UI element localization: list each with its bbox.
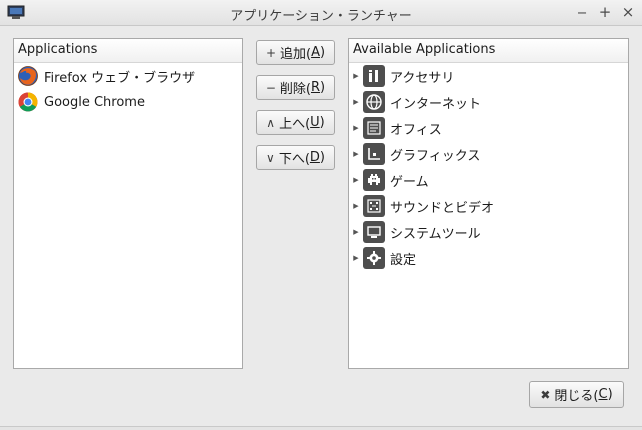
expander-arrow-icon[interactable]: ▶ xyxy=(349,176,363,184)
close-window-button[interactable]: × xyxy=(619,3,637,21)
plus-icon: + xyxy=(265,45,276,60)
expander-arrow-icon[interactable]: ▶ xyxy=(349,98,363,106)
expander-arrow-icon[interactable]: ▶ xyxy=(349,254,363,262)
category-sound-video[interactable]: ▶ サウンドとビデオ xyxy=(349,193,628,219)
multimedia-icon xyxy=(363,195,385,217)
list-item-chrome[interactable]: Google Chrome xyxy=(14,89,242,115)
down-mnemonic: D xyxy=(309,150,320,165)
available-applications-header[interactable]: Available Applications xyxy=(349,39,628,63)
close-mnemonic: C xyxy=(598,387,608,402)
applications-list[interactable]: Applications Firefox ウェブ・ブラウザ Google Chr… xyxy=(13,38,243,369)
category-accessories[interactable]: ▶ アクセサリ xyxy=(349,63,628,89)
graphics-icon xyxy=(363,143,385,165)
expander-arrow-icon[interactable]: ▶ xyxy=(349,72,363,80)
category-label: グラフィックス xyxy=(390,148,481,164)
category-graphics[interactable]: ▶ グラフィックス xyxy=(349,141,628,167)
add-button-label: 追加( xyxy=(280,47,312,62)
list-item-label: Firefox ウェブ・ブラウザ xyxy=(44,70,196,86)
remove-suffix: ) xyxy=(320,80,326,95)
list-item-label: Google Chrome xyxy=(44,94,145,110)
category-games[interactable]: ▶ ゲーム xyxy=(349,167,628,193)
up-suffix: ) xyxy=(319,115,325,130)
list-item-firefox[interactable]: Firefox ウェブ・ブラウザ xyxy=(14,63,242,89)
minimize-button[interactable]: ‒ xyxy=(573,3,591,21)
category-label: サウンドとビデオ xyxy=(390,200,495,216)
close-button[interactable]: ✖ 閉じる(C) xyxy=(529,381,624,408)
remove-button-label: 削除( xyxy=(279,82,311,97)
close-button-label: 閉じる( xyxy=(554,389,599,404)
expander-arrow-icon[interactable]: ▶ xyxy=(349,202,363,210)
up-mnemonic: U xyxy=(310,115,320,130)
game-icon xyxy=(363,169,385,191)
available-applications-tree[interactable]: Available Applications ▶ アクセサリ ▶ インターネット… xyxy=(348,38,629,369)
firefox-icon xyxy=(18,66,38,86)
settings-icon xyxy=(363,247,385,269)
category-label: ゲーム xyxy=(390,174,429,190)
category-label: オフィス xyxy=(390,122,442,138)
down-suffix: ) xyxy=(319,150,325,165)
minus-icon: − xyxy=(265,80,276,95)
expander-arrow-icon[interactable]: ▶ xyxy=(349,124,363,132)
move-down-button[interactable]: ∨ 下へ(D) xyxy=(256,145,335,170)
close-icon: ✖ xyxy=(540,387,551,402)
globe-icon xyxy=(363,91,385,113)
move-up-button[interactable]: ∧ 上へ(U) xyxy=(256,110,335,135)
window-title: アプリケーション・ランチャー xyxy=(230,9,412,24)
move-up-label: 上へ( xyxy=(279,117,311,132)
office-icon xyxy=(363,117,385,139)
category-internet[interactable]: ▶ インターネット xyxy=(349,89,628,115)
title-bar[interactable]: アプリケーション・ランチャー ‒ + × xyxy=(0,0,642,26)
window-bottom-edge xyxy=(0,426,642,430)
expander-arrow-icon[interactable]: ▶ xyxy=(349,150,363,158)
accessories-icon xyxy=(363,65,385,87)
add-mnemonic: A xyxy=(311,45,320,60)
category-label: システムツール xyxy=(390,226,481,242)
remove-button[interactable]: − 削除(R) xyxy=(256,75,335,100)
chrome-icon xyxy=(18,92,38,112)
close-suffix: ) xyxy=(607,387,613,402)
maximize-button[interactable]: + xyxy=(596,3,614,21)
chevron-down-icon: ∨ xyxy=(266,150,275,165)
category-label: インターネット xyxy=(390,96,482,112)
category-office[interactable]: ▶ オフィス xyxy=(349,115,628,141)
add-suffix: ) xyxy=(319,45,326,60)
move-down-label: 下へ( xyxy=(278,152,310,167)
chevron-up-icon: ∧ xyxy=(266,115,276,130)
expander-arrow-icon[interactable]: ▶ xyxy=(349,228,363,236)
category-system-tools[interactable]: ▶ システムツール xyxy=(349,219,628,245)
add-button[interactable]: + 追加(A) xyxy=(256,40,335,65)
applications-header[interactable]: Applications xyxy=(14,39,242,63)
remove-mnemonic: R xyxy=(311,80,321,95)
category-label: 設定 xyxy=(390,252,417,268)
category-settings[interactable]: ▶ 設定 xyxy=(349,245,628,271)
category-label: アクセサリ xyxy=(390,70,455,86)
system-tools-icon xyxy=(363,221,385,243)
